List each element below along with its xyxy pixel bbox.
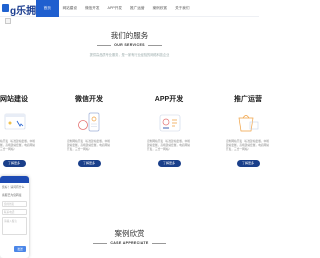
services-title: 我们的服务	[110, 31, 149, 40]
cases-header: 案例欣赏 CASE APPRECIATE	[0, 228, 259, 245]
promotion-illustration-icon	[230, 110, 266, 136]
services-description: 提供高品质专业服务，是一家有行业经验的网络科技企业	[89, 53, 170, 57]
card-title: 网站建设	[0, 96, 28, 103]
divider-line	[97, 44, 112, 46]
learn-more-button[interactable]: 了解更多	[236, 159, 260, 167]
card-description: 定制网站开发（标准建站套餐，中端建站套餐，高端建站套餐，电商网站开发，三合一网站…	[226, 140, 269, 152]
services-subtitle: OUR SERVICES	[114, 43, 145, 47]
nav-item-wechat[interactable]: 微信开发	[81, 0, 104, 17]
service-card-promotion: 推广运营 定制网站开发（标准建站套餐，中端建站套餐，高端建站套餐，电商网站开发，…	[222, 91, 274, 186]
app-illustration-icon	[151, 110, 187, 136]
card-description: 定制网站开发（标准建站套餐，中端建站套餐，高端建站套餐，电商网站开发，三合一网站…	[0, 140, 35, 152]
chat-status-text: 客服已为您转接	[2, 193, 22, 197]
logo-mark-icon	[2, 4, 9, 12]
chat-widget[interactable]: 您好！请问有什么 客服已为您转接 您的姓名 联系电话 请输入留言 发送	[0, 176, 29, 258]
learn-more-button[interactable]: 了解更多	[2, 159, 26, 167]
divider-line	[151, 242, 166, 244]
card-title: APP开发	[154, 96, 184, 103]
learn-more-button[interactable]: 了解更多	[77, 159, 101, 167]
nav-item-promotion[interactable]: 推广运营	[126, 0, 149, 17]
main-nav: 首页 网站建设 微信开发 APP开发 推广运营 案例欣赏 关于我们	[36, 0, 194, 17]
broken-image-icon	[5, 18, 11, 24]
nav-item-home[interactable]: 首页	[36, 0, 59, 17]
card-description: 定制网站开发（标准建站套餐，中端建站套餐，高端建站套餐，电商网站开发，三合一网站…	[147, 140, 190, 152]
cases-subtitle-row: CASE APPRECIATE	[0, 241, 259, 245]
service-card-app: APP开发 定制网站开发（标准建站套餐，中端建站套餐，高端建站套餐，电商网站开发…	[143, 91, 195, 186]
nav-item-about[interactable]: 关于我们	[171, 0, 194, 17]
services-header: 我们的服务 OUR SERVICES 提供高品质专业服务，是一家有行业经验的网络…	[0, 30, 259, 57]
chat-greeting: 您好！请问有什么	[2, 185, 25, 189]
chat-name-field[interactable]: 您的姓名	[2, 201, 27, 207]
nav-item-app[interactable]: APP开发	[104, 0, 127, 17]
service-card-wechat: 微信开发 定制网站开发（标准建站套餐，中端建站套餐，高端建站套餐，电商网站开发，…	[63, 91, 115, 186]
divider-line	[93, 242, 108, 244]
chat-message-field[interactable]: 请输入留言	[2, 217, 27, 235]
website-illustration-icon	[0, 110, 32, 136]
chat-send-button[interactable]: 发送	[14, 246, 26, 252]
learn-more-button[interactable]: 了解更多	[157, 159, 181, 167]
card-title: 推广运营	[234, 96, 262, 103]
card-description: 定制网站开发（标准建站套餐，中端建站套餐，高端建站套餐，电商网站开发，三合一网站…	[67, 140, 110, 152]
divider-line	[147, 44, 162, 46]
top-navbar: g乐拥 首页 网站建设 微信开发 APP开发 推广运营 案例欣赏 关于我们	[0, 0, 259, 17]
services-subtitle-row: OUR SERVICES	[0, 43, 259, 47]
card-title: 微信开发	[75, 96, 103, 103]
cases-subtitle: CASE APPRECIATE	[110, 241, 149, 245]
chat-phone-field[interactable]: 联系电话	[2, 209, 27, 215]
wechat-illustration-icon	[71, 110, 107, 136]
brand-logo[interactable]: g乐拥	[0, 1, 36, 17]
cases-title: 案例欣赏	[114, 229, 145, 238]
nav-item-cases[interactable]: 案例欣赏	[149, 0, 172, 17]
chat-header[interactable]	[0, 176, 29, 183]
logo-text: g乐拥	[10, 6, 37, 17]
service-card-website: 网站建设 定制网站开发（标准建站套餐，中端建站套餐，高端建站套餐，电商网站开发，…	[0, 91, 40, 186]
nav-item-website[interactable]: 网站建设	[59, 0, 82, 17]
